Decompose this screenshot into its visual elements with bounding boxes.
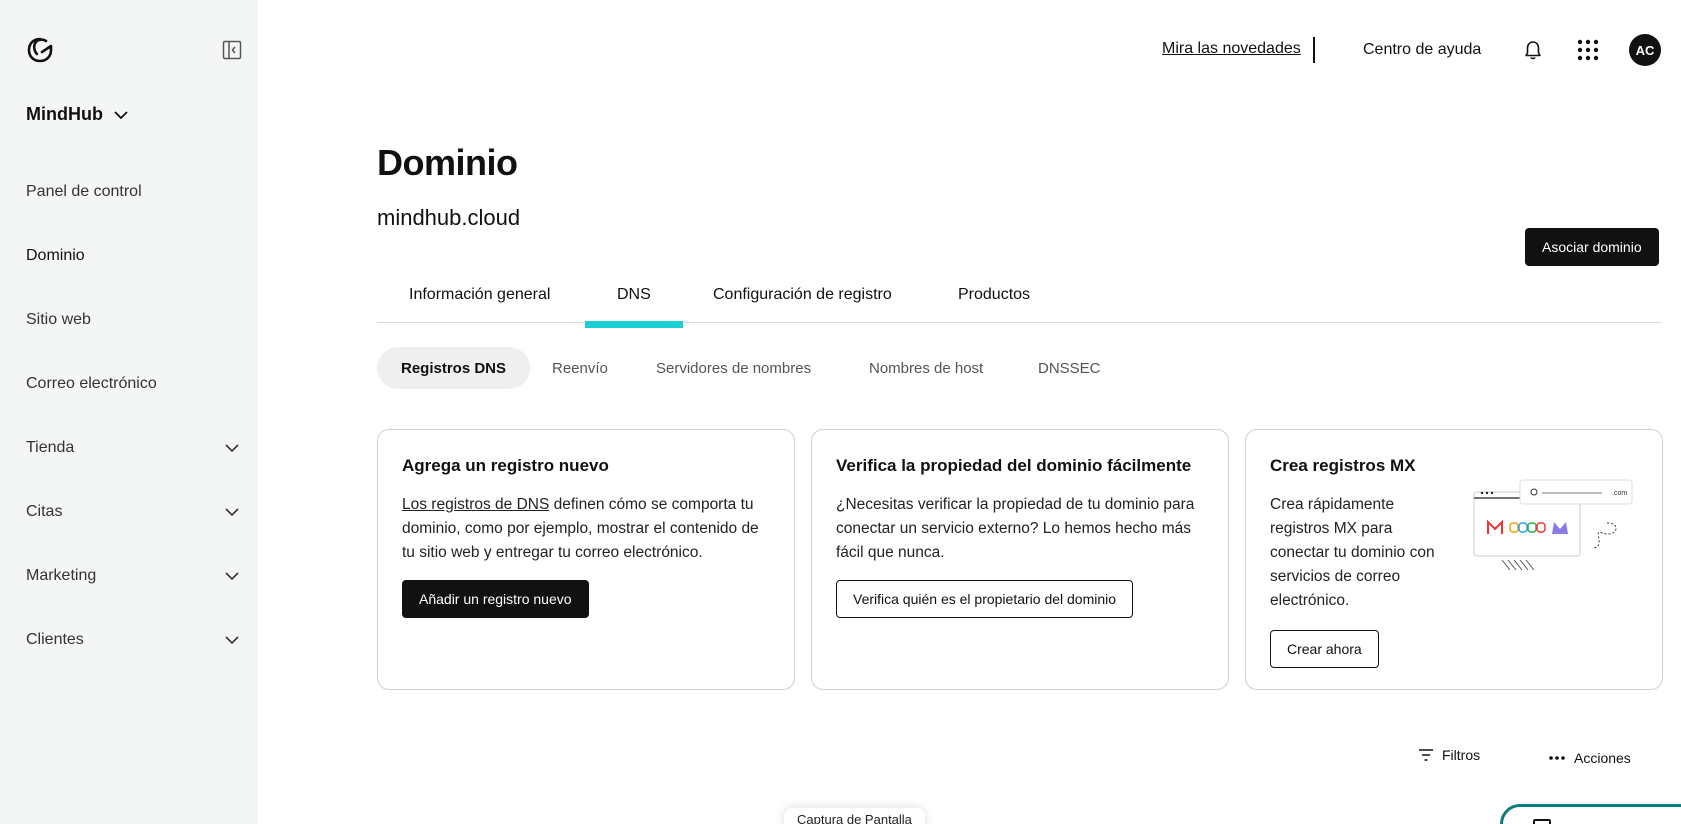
filters-label: Filtros — [1442, 747, 1481, 763]
sidebar-item-label: Tienda — [26, 439, 75, 456]
main-tabs: Información general DNS Configuración de… — [377, 278, 1661, 328]
filters-button[interactable]: Filtros — [1418, 747, 1480, 763]
page-title: Dominio — [377, 142, 518, 183]
sidebar-item-label: Marketing — [26, 567, 97, 584]
tab-productos[interactable]: Productos — [958, 286, 1030, 322]
sidebar-item-citas[interactable]: Citas — [0, 480, 258, 544]
sidebar-item-marketing[interactable]: Marketing — [0, 544, 258, 608]
card-title: Crea registros MX — [1270, 456, 1416, 475]
sidebar-item-label: Clientes — [26, 631, 84, 648]
sidebar-item-label: Citas — [26, 503, 63, 520]
chevron-down-icon — [225, 636, 239, 645]
chat-icon — [1533, 819, 1551, 824]
chevron-down-icon — [114, 110, 128, 119]
tab-dns[interactable]: DNS — [585, 286, 683, 328]
tab-configuracion-registro[interactable]: Configuración de registro — [713, 286, 892, 322]
subtab-nombres-host[interactable]: Nombres de host — [869, 347, 983, 389]
actions-label: Acciones — [1574, 750, 1631, 766]
card-add-record: Agrega un registro nuevo Los registros d… — [377, 429, 795, 690]
mx-illustration-icon: .com — [1473, 479, 1633, 571]
subtab-registros-dns[interactable]: Registros DNS — [377, 347, 531, 389]
card-title: Verifica la propiedad del dominio fácilm… — [836, 456, 1192, 475]
sidebar-item-panel[interactable]: Panel de control — [0, 160, 258, 224]
apps-grid-icon[interactable] — [1577, 39, 1599, 61]
screenshot-capture-pill[interactable]: Captura de Pantalla — [784, 808, 925, 824]
card-title: Agrega un registro nuevo — [402, 456, 609, 475]
sidebar-item-label: Sitio web — [26, 311, 91, 328]
card-body: Crea rápidamente registros MX para conec… — [1270, 496, 1435, 609]
sidebar-nav: Panel de control Dominio Sitio web Corre… — [0, 160, 258, 672]
sidebar-item-label: Dominio — [26, 247, 85, 264]
sidebar-item-label: Panel de control — [26, 183, 142, 200]
sidebar-item-tienda[interactable]: Tienda — [0, 416, 258, 480]
subtab-dnssec[interactable]: DNSSEC — [1038, 347, 1101, 389]
filter-icon — [1419, 749, 1433, 761]
domain-name: mindhub.cloud — [377, 205, 521, 230]
tab-informacion-general[interactable]: Información general — [409, 286, 550, 322]
card-verify-ownership: Verifica la propiedad del dominio fácilm… — [811, 429, 1229, 690]
chat-widget[interactable] — [1500, 804, 1681, 824]
avatar[interactable]: AC — [1629, 34, 1661, 66]
chevron-down-icon — [225, 572, 239, 581]
add-record-button[interactable]: Añadir un registro nuevo — [402, 580, 589, 618]
dns-records-link[interactable]: Los registros de DNS — [402, 496, 549, 513]
sidebar: MindHub Panel de control Dominio Sitio w… — [0, 0, 258, 824]
more-dots-icon — [1549, 756, 1565, 760]
sidebar-item-dominio[interactable]: Dominio — [0, 224, 258, 288]
sidebar-collapse-icon[interactable] — [222, 40, 242, 60]
app-root: MindHub Panel de control Dominio Sitio w… — [0, 0, 1681, 824]
create-mx-button[interactable]: Crear ahora — [1270, 630, 1379, 668]
header-divider — [1313, 37, 1315, 63]
sidebar-item-sitio-web[interactable]: Sitio web — [0, 288, 258, 352]
workspace-name: MindHub — [26, 104, 103, 124]
verify-owner-button[interactable]: Verifica quién es el propietario del dom… — [836, 580, 1134, 618]
logo-icon[interactable] — [26, 36, 54, 64]
connect-domain-button[interactable]: Asociar dominio — [1525, 228, 1659, 266]
bell-icon[interactable] — [1522, 39, 1544, 61]
subtab-reenvio[interactable]: Reenvío — [552, 347, 608, 389]
sidebar-item-clientes[interactable]: Clientes — [0, 608, 258, 672]
subtab-servidores-nombres[interactable]: Servidores de nombres — [656, 347, 811, 389]
sidebar-item-correo[interactable]: Correo electrónico — [0, 352, 258, 416]
sidebar-item-label: Correo electrónico — [26, 375, 157, 392]
actions-button[interactable]: Acciones — [1548, 750, 1631, 766]
card-body: ¿Necesitas verificar la propiedad de tu … — [836, 496, 1195, 561]
help-center-link[interactable]: Centro de ayuda — [1363, 41, 1481, 59]
card-mx-records: Crea registros MX Crea rápidamente regis… — [1245, 429, 1663, 690]
news-link[interactable]: Mira las novedades — [1162, 40, 1301, 58]
chevron-down-icon — [225, 444, 239, 453]
workspace-switcher[interactable]: MindHub — [26, 104, 129, 125]
card-body: Los registros de DNS definen cómo se com… — [402, 493, 772, 565]
illustration-domain-text: .com — [1612, 490, 1627, 497]
chevron-down-icon — [225, 508, 239, 517]
